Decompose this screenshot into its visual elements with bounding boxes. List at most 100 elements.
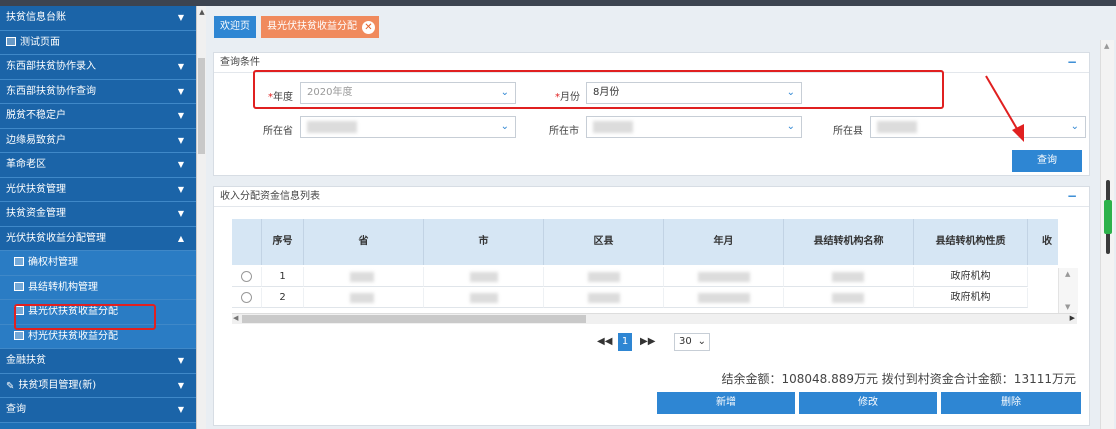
table-panel-title: 收入分配资金信息列表 <box>220 191 320 202</box>
add-button[interactable]: 新增 <box>657 392 795 414</box>
scroll-down-icon[interactable]: ▼ <box>1065 303 1070 311</box>
chevron-down-icon: ⌄ <box>786 121 795 132</box>
table-header-year-month[interactable]: 年月 <box>664 219 784 265</box>
sidebar-item-test-page[interactable]: 测试页面 <box>0 30 196 55</box>
delete-button[interactable]: 删除 <box>941 392 1081 414</box>
chevron-down-icon: ▼ <box>177 184 184 194</box>
chevron-down-icon: ▼ <box>177 111 184 120</box>
scroll-up-icon[interactable]: ▲ <box>1104 42 1109 50</box>
redacted-value <box>470 272 498 282</box>
pencil-icon: ✎ <box>6 380 15 392</box>
highlight-box-sidebar <box>14 304 156 330</box>
redacted-value <box>698 293 750 303</box>
redacted-value <box>877 121 917 133</box>
page-scrollbar[interactable]: ▲ <box>1100 40 1114 429</box>
collapse-icon[interactable]: − <box>1067 187 1077 206</box>
table-cell-org-name <box>784 267 914 287</box>
chevron-down-icon: ▼ <box>177 380 184 390</box>
table-header-index[interactable]: 序号 <box>262 219 304 265</box>
sidebar-item-east-west-entry[interactable]: 东西部扶贫协作录入 ▼ <box>0 55 196 80</box>
scroll-up-icon[interactable]: ▲ <box>1065 270 1070 278</box>
sidebar-item-edge-households[interactable]: 边缘易致贫户 ▼ <box>0 128 196 153</box>
table-header-county[interactable]: 区县 <box>544 219 664 265</box>
collapse-icon[interactable]: − <box>1067 53 1077 72</box>
redacted-value <box>470 293 498 303</box>
search-button[interactable]: 查询 <box>1012 150 1082 172</box>
annotation-arrow <box>985 75 1024 142</box>
sidebar-item-label: 扶贫信息台账 <box>6 12 66 23</box>
tab-label: 县光伏扶贫收益分配 <box>267 21 357 32</box>
chevron-up-icon: ▲ <box>177 233 184 243</box>
province-select[interactable]: ⌄ <box>300 116 516 138</box>
scroll-up-icon[interactable]: ▲ <box>198 8 206 16</box>
redacted-value <box>698 272 750 282</box>
scroll-grip[interactable] <box>1104 200 1112 234</box>
chevron-down-icon: ▼ <box>177 13 184 22</box>
sidebar-item-financial-aid[interactable]: 金融扶贫 ▼ <box>0 349 196 374</box>
sidebar-item-label: 脱贫不稳定户 <box>6 110 66 121</box>
sidebar-item-county-carryover[interactable]: 县结转机构管理 <box>0 275 196 300</box>
page-size-select[interactable]: 30 ⌄ <box>674 333 710 351</box>
scroll-right-icon[interactable]: ▶ <box>1070 314 1075 322</box>
sidebar-item-label: 确权村管理 <box>28 257 78 268</box>
table-horizontal-scrollbar[interactable]: ◀ ▶ <box>232 313 1077 324</box>
redacted-value <box>832 293 864 303</box>
table-cell-province <box>304 267 424 287</box>
pager-next-icon[interactable]: ▶▶ <box>640 336 655 347</box>
table-vertical-scrollbar[interactable]: ▲ ▼ <box>1058 268 1078 313</box>
sidebar-item-label: 革命老区 <box>6 159 46 170</box>
table-scroll-thumb[interactable] <box>242 315 586 323</box>
sidebar-item-poverty-ledger[interactable]: 扶贫信息台账 ▼ <box>0 6 196 31</box>
sidebar-item-label: 光伏扶贫收益分配管理 <box>6 232 106 244</box>
table-cell-year-month <box>664 267 784 287</box>
sidebar-item-village-rights[interactable]: 确权村管理 <box>0 251 196 276</box>
sidebar-item-label: 扶贫项目管理(新) <box>18 379 97 391</box>
close-icon[interactable]: ✕ <box>362 21 375 34</box>
sidebar-item-query[interactable]: 查询 ▼ <box>0 398 196 423</box>
sidebar-item-pv-management[interactable]: 光伏扶贫管理 ▼ <box>0 177 196 202</box>
pager-prev-icon[interactable]: ◀◀ <box>597 336 612 347</box>
redacted-value <box>593 121 633 133</box>
chevron-down-icon: ⌄ <box>500 121 509 132</box>
table-cell-city <box>424 288 544 308</box>
scroll-left-icon[interactable]: ◀ <box>233 314 238 322</box>
county-select[interactable]: ⌄ <box>870 116 1086 138</box>
redacted-value <box>588 293 620 303</box>
redacted-value <box>307 121 357 133</box>
sidebar-item-projects-new[interactable]: ✎ 扶贫项目管理(新) ▼ <box>0 373 196 398</box>
table-header-province[interactable]: 省 <box>304 219 424 265</box>
table-row-select <box>232 267 262 287</box>
row-radio[interactable] <box>241 292 252 303</box>
query-panel-title: 查询条件 <box>220 57 260 68</box>
sidebar-item-label: 光伏扶贫管理 <box>6 183 66 195</box>
table-header-city[interactable]: 市 <box>424 219 544 265</box>
table-header-income[interactable]: 收 <box>1028 219 1058 265</box>
table-cell-org-name <box>784 288 914 308</box>
sidebar-item-funds-management[interactable]: 扶贫资金管理 ▼ <box>0 202 196 227</box>
table-header-select <box>232 219 262 265</box>
sidebar-item-east-west-query[interactable]: 东西部扶贫协作查询 ▼ <box>0 79 196 104</box>
data-table: 序号 省 市 区县 年月 县结转机构名称 县结转机构性质 收 1 政府机构 2 … <box>232 219 1058 315</box>
table-header-org-nature[interactable]: 县结转机构性质 <box>914 219 1028 265</box>
tab-welcome[interactable]: 欢迎页 <box>214 16 256 38</box>
chevron-down-icon: ⌄ <box>1070 121 1079 132</box>
chevron-down-icon: ▼ <box>177 62 184 71</box>
sidebar-scroll-thumb[interactable] <box>198 58 205 154</box>
sidebar-item-old-revolutionary[interactable]: 革命老区 ▼ <box>0 153 196 178</box>
sidebar-item-label: 县结转机构管理 <box>28 281 98 293</box>
chevron-down-icon: ▼ <box>177 356 184 365</box>
city-select[interactable]: ⌄ <box>586 116 802 138</box>
redacted-value <box>350 293 374 303</box>
sidebar-item-pv-income-management[interactable]: 光伏扶贫收益分配管理 ▲ <box>0 226 196 251</box>
table-cell-city <box>424 267 544 287</box>
sidebar-scrollbar[interactable]: ▲ <box>196 6 206 429</box>
edit-button[interactable]: 修改 <box>799 392 937 414</box>
pager-current-page[interactable]: 1 <box>618 333 632 351</box>
table-header-org-name[interactable]: 县结转机构名称 <box>784 219 914 265</box>
sidebar-item-unstable-households[interactable]: 脱贫不稳定户 ▼ <box>0 104 196 129</box>
chevron-down-icon: ▼ <box>177 160 184 169</box>
sidebar-item-label: 东西部扶贫协作录入 <box>6 61 96 72</box>
sidebar-item-label: 金融扶贫 <box>6 355 46 366</box>
row-radio[interactable] <box>241 271 252 282</box>
tab-county-pv-income[interactable]: 县光伏扶贫收益分配 ✕ <box>261 16 379 38</box>
